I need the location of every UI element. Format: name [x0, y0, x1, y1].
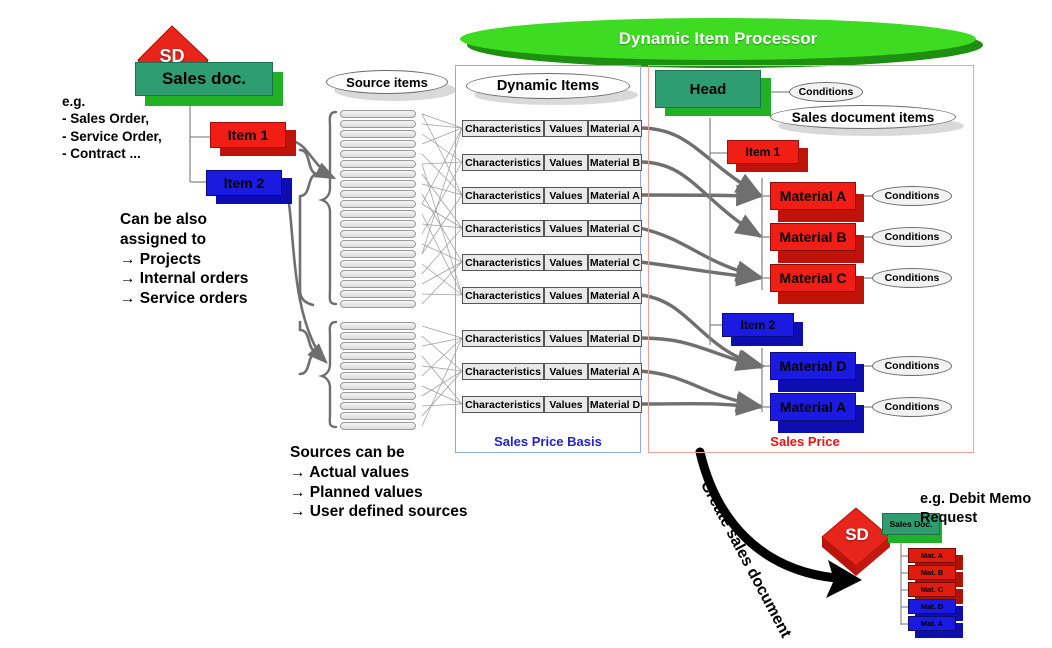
source-item-bar[interactable] — [340, 422, 416, 430]
source-item-bar[interactable] — [340, 160, 416, 168]
row-values-cell[interactable]: Values — [544, 220, 588, 237]
source-item-bar[interactable] — [340, 332, 416, 340]
source-item-bar[interactable] — [340, 290, 416, 298]
source-item-bar[interactable] — [340, 392, 416, 400]
item2-box[interactable]: Item 2 — [206, 170, 282, 196]
output-material-box[interactable]: Mat. A — [908, 548, 956, 563]
examples-text: e.g. - Sales Order, - Service Order, - C… — [62, 94, 162, 161]
material-box[interactable]: Material B — [770, 223, 856, 251]
row-characteristics-cell[interactable]: Characteristics — [462, 287, 544, 304]
row-characteristics-cell[interactable]: Characteristics — [462, 220, 544, 237]
source-item-bar[interactable] — [340, 150, 416, 158]
source-item-bar[interactable] — [340, 130, 416, 138]
source-item-bar[interactable] — [340, 382, 416, 390]
source-item-bar[interactable] — [340, 412, 416, 420]
row-material-cell[interactable]: Material A — [588, 120, 642, 137]
assigned-to-note: Can be also assigned to → Projects → Int… — [120, 211, 249, 308]
output-material-box[interactable]: Mat. D — [908, 599, 956, 614]
source-item-bar[interactable] — [340, 180, 416, 188]
create-sales-document-label: Create sales document — [696, 478, 795, 641]
sales-price-label: Sales Price — [770, 434, 840, 449]
row-values-cell[interactable]: Values — [544, 154, 588, 171]
output-material-box[interactable]: Mat. C — [908, 582, 956, 597]
material-box[interactable]: Material A — [770, 182, 856, 210]
row-values-cell[interactable]: Values — [544, 187, 588, 204]
source-item-bar[interactable] — [340, 372, 416, 380]
row-material-cell[interactable]: Material C — [588, 254, 642, 271]
row-values-cell[interactable]: Values — [544, 396, 588, 413]
right-item2-box[interactable]: Item 2 — [722, 313, 794, 337]
row-characteristics-cell[interactable]: Characteristics — [462, 254, 544, 271]
row-values-cell[interactable]: Values — [544, 287, 588, 304]
source-item-bar[interactable] — [340, 342, 416, 350]
row-characteristics-cell[interactable]: Characteristics — [462, 363, 544, 380]
right-item1-box[interactable]: Item 1 — [727, 140, 799, 164]
row-characteristics-cell[interactable]: Characteristics — [462, 154, 544, 171]
row-material-cell[interactable]: Material A — [588, 363, 642, 380]
material-conditions-ellipse[interactable]: Conditions — [872, 397, 952, 417]
source-item-bar[interactable] — [340, 220, 416, 228]
row-characteristics-cell[interactable]: Characteristics — [462, 396, 544, 413]
head-box[interactable]: Head — [655, 70, 761, 108]
row-values-cell[interactable]: Values — [544, 330, 588, 347]
material-conditions-ellipse[interactable]: Conditions — [872, 356, 952, 376]
diagram-canvas: Dynamic Item Processor SD Sales doc. e.g… — [0, 0, 1052, 648]
sales-doc-box[interactable]: Sales doc. — [135, 62, 273, 96]
source-item-bar[interactable] — [340, 270, 416, 278]
output-material-box[interactable]: Mat. A — [908, 616, 956, 631]
source-item-bar[interactable] — [340, 230, 416, 238]
source-item-bar[interactable] — [340, 352, 416, 360]
output-material-box[interactable]: Mat. B — [908, 565, 956, 580]
row-material-cell[interactable]: Material D — [588, 396, 642, 413]
output-note: e.g. Debit Memo Request — [920, 491, 1032, 526]
material-box[interactable]: Material A — [770, 393, 856, 421]
source-item-bar[interactable] — [340, 402, 416, 410]
source-item-bar[interactable] — [340, 260, 416, 268]
row-values-cell[interactable]: Values — [544, 120, 588, 137]
source-item-bar[interactable] — [340, 210, 416, 218]
source-item-bar[interactable] — [340, 280, 416, 288]
row-material-cell[interactable]: Material A — [588, 287, 642, 304]
row-characteristics-cell[interactable]: Characteristics — [462, 120, 544, 137]
row-characteristics-cell[interactable]: Characteristics — [462, 330, 544, 347]
row-material-cell[interactable]: Material D — [588, 330, 642, 347]
material-conditions-ellipse[interactable]: Conditions — [872, 227, 952, 247]
row-material-cell[interactable]: Material C — [588, 220, 642, 237]
material-conditions-ellipse[interactable]: Conditions — [872, 268, 952, 288]
source-item-bar[interactable] — [340, 140, 416, 148]
row-characteristics-cell[interactable]: Characteristics — [462, 187, 544, 204]
source-item-bar[interactable] — [340, 110, 416, 118]
row-values-cell[interactable]: Values — [544, 254, 588, 271]
source-item-bar[interactable] — [340, 240, 416, 248]
source-item-bar[interactable] — [340, 250, 416, 258]
item1-box[interactable]: Item 1 — [210, 122, 286, 148]
material-box[interactable]: Material D — [770, 352, 856, 380]
output-sd-badge-label: SD — [845, 525, 869, 544]
row-values-cell[interactable]: Values — [544, 363, 588, 380]
source-item-bar[interactable] — [340, 120, 416, 128]
source-item-bar[interactable] — [340, 170, 416, 178]
sources-note: Sources can be → Actual values → Planned… — [290, 444, 468, 521]
material-conditions-ellipse[interactable]: Conditions — [872, 186, 952, 206]
head-conditions-ellipse[interactable]: Conditions — [789, 82, 863, 102]
material-box[interactable]: Material C — [770, 264, 856, 292]
row-material-cell[interactable]: Material B — [588, 154, 642, 171]
source-items-label: Source items — [326, 70, 448, 94]
dynamic-items-label: Dynamic Items — [466, 73, 630, 99]
source-item-bar[interactable] — [340, 300, 416, 308]
source-item-bar[interactable] — [340, 200, 416, 208]
source-item-bar[interactable] — [340, 362, 416, 370]
banner-label: Dynamic Item Processor — [618, 29, 818, 48]
sales-document-items-label: Sales document items — [770, 105, 956, 129]
source-item-bar[interactable] — [340, 322, 416, 330]
source-item-bar[interactable] — [340, 190, 416, 198]
sales-price-basis-label: Sales Price Basis — [494, 434, 602, 449]
row-material-cell[interactable]: Material A — [588, 187, 642, 204]
